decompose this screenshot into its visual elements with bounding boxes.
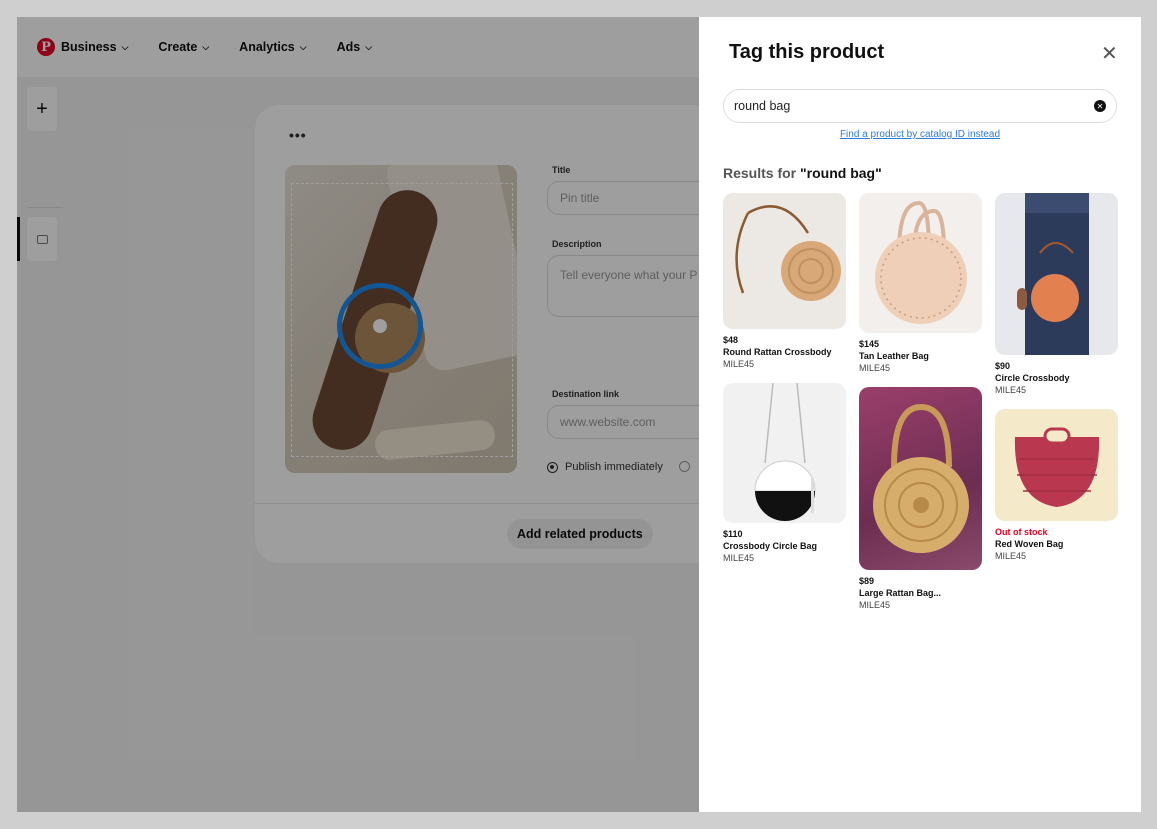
product-card[interactable]: $48 Round Rattan Crossbody MILE45 — [723, 193, 846, 369]
product-name: Circle Crossbody — [995, 373, 1070, 383]
panel-title: Tag this product — [729, 41, 885, 63]
product-name: Red Woven Bag — [995, 539, 1064, 549]
tag-product-panel: Tag this product ✕ round bag ✕ Find a pr… — [699, 17, 1141, 812]
product-price: $90 — [995, 361, 1011, 371]
product-image — [859, 193, 982, 333]
product-stock-status: Out of stock — [995, 527, 1048, 537]
product-name: Large Rattan Bag... — [859, 588, 942, 598]
product-image — [859, 387, 982, 570]
product-seller: MILE45 — [723, 359, 755, 369]
product-card[interactable]: $89 Large Rattan Bag... MILE45 — [859, 387, 982, 610]
product-card[interactable]: $90 Circle Crossbody MILE45 — [995, 193, 1118, 395]
red-woven-bag-art — [1014, 427, 1100, 507]
tan-leather-bag-art — [875, 200, 967, 324]
product-card[interactable]: $110 Crossbody Circle Bag MILE45 — [723, 383, 846, 563]
app-frame: P Business ⌵ Create ⌵ Analytics ⌵ Ads ⌵ … — [17, 17, 1141, 812]
crossbody-circle-bag-art — [754, 383, 816, 521]
product-seller: MILE45 — [995, 551, 1027, 561]
product-price: $48 — [723, 335, 739, 345]
results-heading: Results for "round bag" — [723, 165, 882, 181]
product-name: Tan Leather Bag — [859, 351, 929, 361]
product-name: Round Rattan Crossbody — [723, 347, 832, 357]
product-price: $110 — [723, 529, 743, 539]
product-seller: MILE45 — [723, 553, 755, 563]
product-price: $89 — [859, 576, 875, 586]
results-query: "round bag" — [800, 165, 882, 181]
product-image — [723, 383, 846, 523]
product-image — [995, 193, 1118, 355]
product-card[interactable]: $145 Tan Leather Bag MILE45 — [859, 193, 982, 373]
clear-search-icon[interactable]: ✕ — [1094, 100, 1106, 112]
product-search-input[interactable]: round bag ✕ — [723, 89, 1117, 123]
search-value: round bag — [734, 99, 791, 113]
product-card[interactable]: Out of stock Red Woven Bag MILE45 — [995, 409, 1118, 561]
close-icon[interactable]: ✕ — [1101, 41, 1118, 66]
product-name: Crossbody Circle Bag — [723, 541, 818, 551]
circle-crossbody-art — [1017, 193, 1089, 355]
product-seller: MILE45 — [995, 385, 1027, 395]
product-price: $145 — [859, 339, 880, 349]
large-rattan-bag-art — [873, 403, 969, 553]
product-seller: MILE45 — [859, 600, 891, 610]
results-prefix: Results for — [723, 165, 801, 181]
product-seller: MILE45 — [859, 363, 891, 373]
product-image — [995, 409, 1118, 521]
catalog-id-link[interactable]: Find a product by catalog ID instead — [699, 129, 1141, 140]
rattan-crossbody-art — [735, 205, 841, 301]
product-image — [723, 193, 846, 329]
